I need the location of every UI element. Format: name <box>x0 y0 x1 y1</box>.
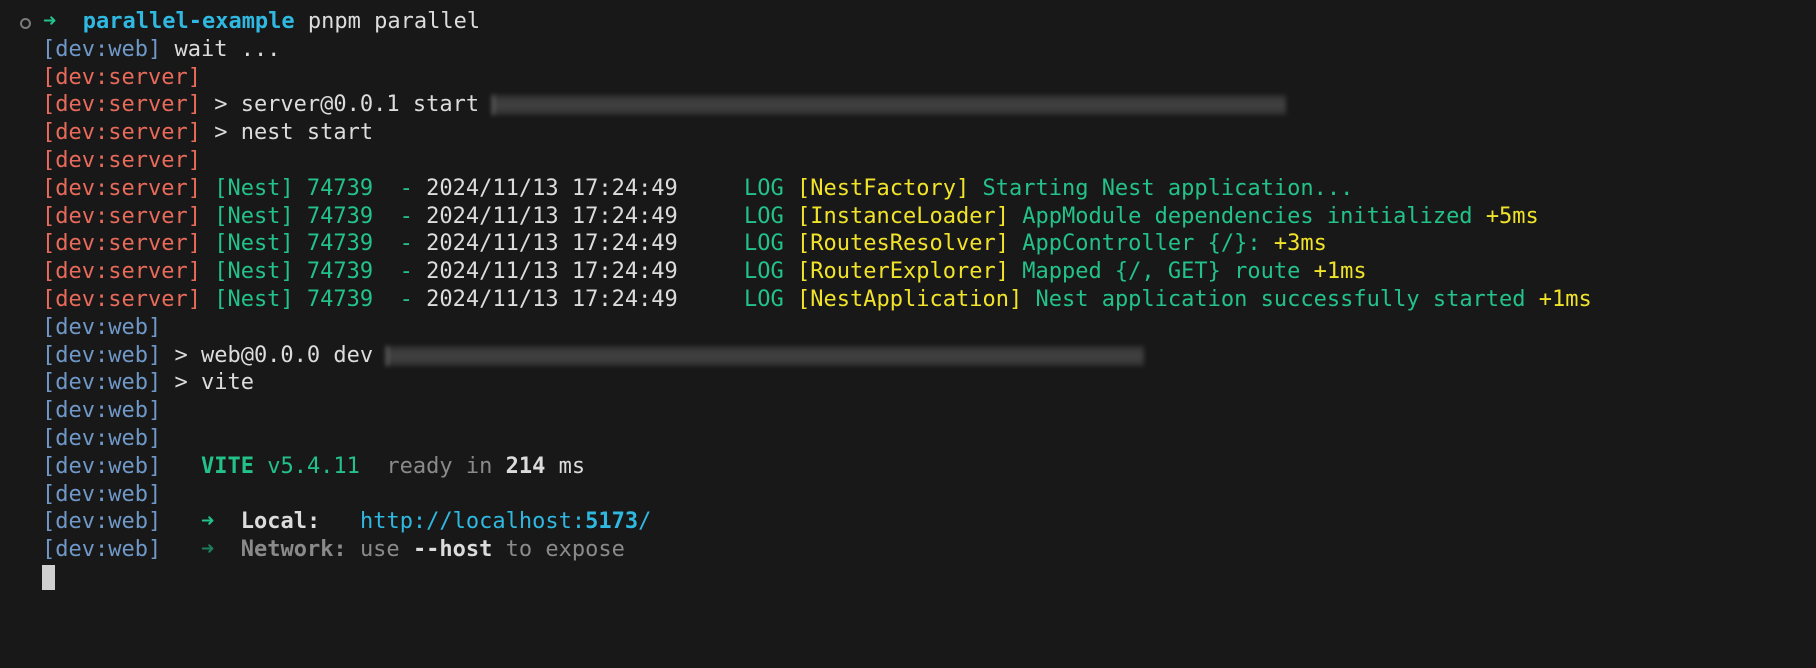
line-prefix: [dev:server] <box>42 175 201 201</box>
line-prefix: [dev:web] <box>42 314 162 340</box>
nest-log-line: [dev:server] [Nest] 74739 - 2024/11/13 1… <box>20 175 1816 203</box>
output-line: [dev:web] > web@0.0.0 dev <box>20 342 1816 370</box>
log-message: AppController {/}: <box>1022 231 1261 257</box>
line-prefix: [dev:server] <box>42 203 201 229</box>
prompt-line: ➜ parallel-example pnpm parallel <box>20 8 1816 36</box>
log-timestamp: 2024/11/13 17:24:49 <box>426 259 678 285</box>
text-cursor <box>42 565 55 591</box>
arrow-icon: ➜ <box>200 509 215 535</box>
log-level: LOG <box>744 286 784 312</box>
line-prefix: [dev:server] <box>42 64 201 90</box>
prompt-command: pnpm parallel <box>307 9 481 34</box>
nest-process: [Nest] 74739 - <box>214 203 413 229</box>
url-port: 5173 <box>585 509 639 535</box>
nest-process: [Nest] 74739 - <box>214 231 413 257</box>
url-tail: / <box>638 509 652 535</box>
line-prefix: [dev:web] <box>42 342 162 368</box>
vite-name: VITE <box>200 453 254 479</box>
local-label: Local: <box>240 509 321 535</box>
line-prefix: [dev:web] <box>42 509 162 535</box>
line-text: > web@0.0.0 dev <box>174 342 374 368</box>
nest-process: [Nest] 74739 - <box>214 286 413 312</box>
line-prefix: [dev:web] <box>42 370 162 396</box>
log-timestamp: 2024/11/13 17:24:49 <box>426 286 678 312</box>
line-prefix: [dev:server] <box>42 147 201 173</box>
output-line: [dev:web] <box>20 314 1816 342</box>
log-context: [RoutesResolver] <box>797 231 1009 257</box>
log-timestamp: 2024/11/13 17:24:49 <box>426 175 678 201</box>
ready-text: ready in <box>386 453 493 479</box>
nest-process: [Nest] 74739 - <box>214 175 413 201</box>
line-prefix: [dev:server] <box>42 231 201 257</box>
log-level: LOG <box>744 175 784 201</box>
log-delta: +5ms <box>1485 203 1539 229</box>
prompt-status-circle-icon <box>20 18 31 29</box>
line-prefix: [dev:web] <box>42 537 162 563</box>
output-line: [dev:web] > vite <box>20 369 1816 397</box>
network-use: use <box>359 537 400 563</box>
line-text: > nest start <box>214 120 374 146</box>
output-line: [dev:web] <box>20 481 1816 509</box>
line-prefix: [dev:server] <box>42 120 201 146</box>
nest-log-line: [dev:server] [Nest] 74739 - 2024/11/13 1… <box>20 203 1816 231</box>
log-message: Mapped {/, GET} route <box>1022 259 1301 285</box>
line-text: > vite <box>174 370 254 396</box>
log-message: AppModule dependencies initialized <box>1022 203 1473 229</box>
log-context: [RouterExplorer] <box>797 259 1009 285</box>
prompt-directory: parallel-example <box>82 9 295 34</box>
output-line: [dev:server] > nest start <box>20 119 1816 147</box>
log-message: Starting Nest application... <box>982 175 1354 201</box>
output-line: [dev:server] <box>20 64 1816 92</box>
network-label: Network: <box>240 537 347 563</box>
ready-unit: ms <box>558 453 586 479</box>
log-level: LOG <box>744 231 784 257</box>
line-prefix: [dev:server] <box>42 259 201 285</box>
redacted-path <box>492 95 1287 116</box>
line-prefix: [dev:web] <box>42 453 162 479</box>
line-prefix: [dev:web] <box>42 398 162 424</box>
prompt-arrow-icon: ➜ <box>43 9 57 34</box>
line-prefix: [dev:server] <box>42 92 201 118</box>
network-rest: to expose <box>505 537 625 563</box>
vite-local-line: [dev:web] ➜ Local: http://localhost:5173… <box>20 508 1816 536</box>
log-level: LOG <box>744 259 784 285</box>
vite-version: v5.4.11 <box>267 453 360 479</box>
nest-log-line: [dev:server] [Nest] 74739 - 2024/11/13 1… <box>20 230 1816 258</box>
log-delta: +3ms <box>1273 231 1327 257</box>
log-delta: +1ms <box>1538 286 1592 312</box>
line-prefix: [dev:server] <box>42 286 201 312</box>
log-context: [NestApplication] <box>797 286 1023 312</box>
url-base: http://localhost: <box>359 509 586 535</box>
log-message: Nest application successfully started <box>1035 286 1526 312</box>
cursor-line[interactable] <box>20 564 1816 592</box>
nest-log-line: [dev:server] [Nest] 74739 - 2024/11/13 1… <box>20 258 1816 286</box>
line-prefix: [dev:web] <box>42 481 162 507</box>
log-context: [InstanceLoader] <box>797 203 1009 229</box>
log-timestamp: 2024/11/13 17:24:49 <box>426 231 678 257</box>
redacted-path <box>386 345 1145 366</box>
log-timestamp: 2024/11/13 17:24:49 <box>426 203 678 229</box>
output-line: [dev:web] <box>20 397 1816 425</box>
line-prefix: [dev:web] <box>42 425 162 451</box>
nest-log-line: [dev:server] [Nest] 74739 - 2024/11/13 1… <box>20 286 1816 314</box>
ready-ms: 214 <box>505 453 546 479</box>
arrow-icon: ➜ <box>200 537 215 563</box>
local-url-link[interactable]: http://localhost:5173/ <box>360 509 651 534</box>
line-text: wait ... <box>174 36 281 62</box>
vite-network-line: [dev:web] ➜ Network: use --host to expos… <box>20 536 1816 564</box>
log-delta: +1ms <box>1313 259 1367 285</box>
log-level: LOG <box>744 203 784 229</box>
vite-ready-line: [dev:web] VITE v5.4.11 ready in 214 ms <box>20 453 1816 481</box>
network-flag: --host <box>412 537 493 563</box>
output-line: [dev:server] <box>20 147 1816 175</box>
output-line: [dev:server] > server@0.0.1 start <box>20 91 1816 119</box>
nest-process: [Nest] 74739 - <box>214 259 413 285</box>
line-prefix: [dev:web] <box>42 36 162 62</box>
output-line: [dev:web] <box>20 425 1816 453</box>
line-text: > server@0.0.1 start <box>214 92 480 118</box>
log-context: [NestFactory] <box>797 175 970 201</box>
terminal-window[interactable]: ➜ parallel-example pnpm parallel [dev:we… <box>0 0 1816 668</box>
output-line: [dev:web] wait ... <box>20 36 1816 64</box>
